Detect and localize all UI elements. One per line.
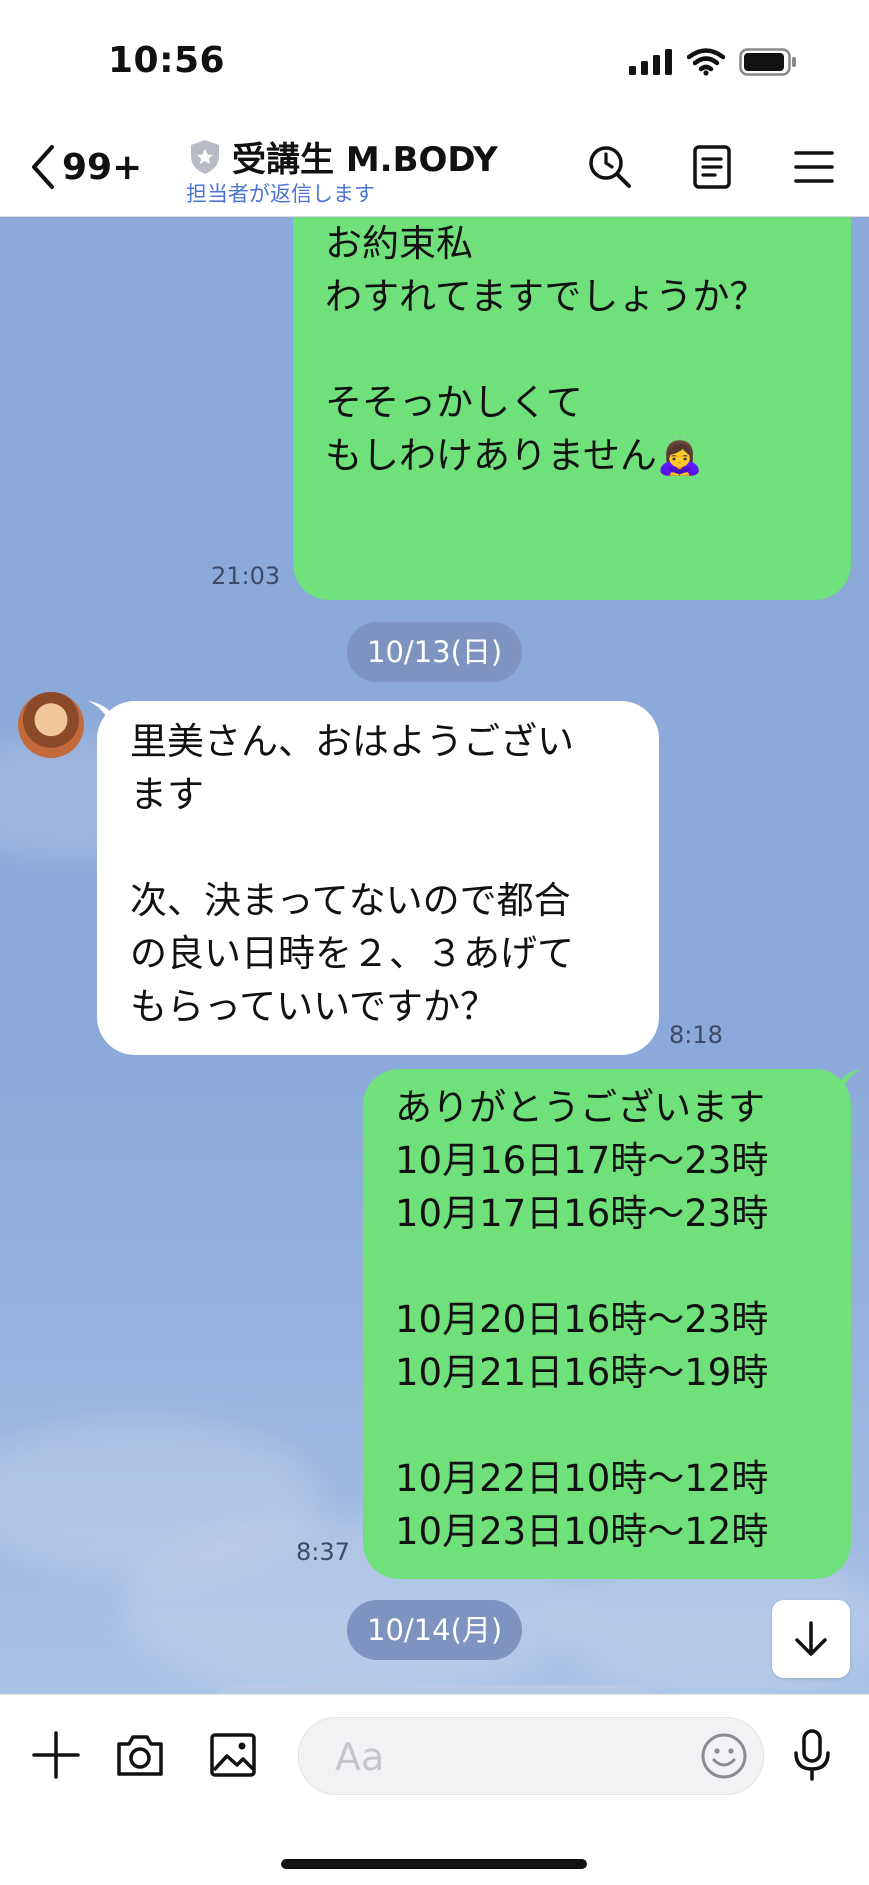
message-time: 21:03 <box>211 562 281 590</box>
scroll-to-bottom-button[interactable] <box>772 1600 850 1678</box>
bubble-tail <box>840 1069 862 1091</box>
status-time: 10:56 <box>108 40 226 81</box>
chat-subtitle: 担当者が返信します <box>186 182 375 206</box>
chevron-left-icon <box>32 145 54 189</box>
emoji-icon[interactable] <box>699 1731 749 1781</box>
unread-count: 99+ <box>62 146 143 188</box>
wifi-icon <box>687 48 725 76</box>
search-button[interactable] <box>585 142 635 192</box>
camera-icon <box>117 1735 163 1776</box>
image-icon <box>210 1733 256 1777</box>
chat-area[interactable]: お約束私 わすれてますでしょうか？ そそっかしくて もしわけありません🙇‍♀️ … <box>0 217 869 1694</box>
menu-button[interactable] <box>789 142 839 192</box>
my-message-bubble[interactable]: お約束私 わすれてますでしょうか？ そそっかしくて もしわけありません🙇‍♀️ <box>293 217 851 600</box>
voice-button[interactable] <box>784 1727 840 1783</box>
message-input[interactable] <box>333 1718 667 1796</box>
message-input-box[interactable] <box>298 1717 764 1796</box>
home-indicator <box>281 1859 587 1869</box>
chat-title: 受講生 M.BODY <box>232 140 498 180</box>
date-separator: 10/14(月) <box>347 1600 523 1660</box>
add-button[interactable] <box>28 1727 84 1783</box>
my-message-bubble[interactable]: ありがとうございます 10月16日17時〜23時 10月17日16時〜23時 1… <box>363 1069 851 1579</box>
partial-message-bubble <box>200 1685 666 1694</box>
message-text: 里美さん、おはようござい ます 次、決まってないので都合 の良い日時を２、３あげ… <box>130 720 574 1028</box>
chat-title-area[interactable]: 受講生 M.BODY <box>188 132 498 181</box>
their-message-bubble[interactable]: 里美さん、おはようござい ます 次、決まってないので都合 の良い日時を２、３あげ… <box>97 701 659 1055</box>
microphone-icon <box>794 1729 830 1781</box>
status-bar: 10:56 <box>0 0 869 120</box>
status-icons <box>629 48 797 76</box>
arrow-down-icon <box>795 1621 827 1656</box>
message-composer <box>0 1694 869 1885</box>
message-time: 8:18 <box>669 1021 723 1049</box>
message-time: 8:37 <box>296 1538 350 1566</box>
plus-icon <box>32 1731 80 1779</box>
clock-search-icon <box>589 146 631 188</box>
photo-button[interactable] <box>205 1727 261 1783</box>
camera-button[interactable] <box>112 1727 168 1783</box>
menu-icon <box>794 151 834 183</box>
chat-header: 99+ 受講生 M.BODY 担当者が返信します <box>0 120 869 217</box>
message-text: ありがとうございます 10月16日17時〜23時 10月17日16時〜23時 1… <box>395 1086 769 1553</box>
shield-badge-icon <box>191 139 219 174</box>
battery-icon <box>739 48 796 76</box>
cellular-signal-icon <box>629 49 672 75</box>
notes-button[interactable] <box>687 142 737 192</box>
avatar[interactable] <box>18 692 84 758</box>
message-text: お約束私 わすれてますでしょうか？ そそっかしくて もしわけありません🙇‍♀️ <box>325 222 767 477</box>
back-button[interactable]: 99+ <box>30 144 142 190</box>
notes-icon <box>693 145 731 189</box>
date-separator: 10/13(日) <box>347 622 523 682</box>
